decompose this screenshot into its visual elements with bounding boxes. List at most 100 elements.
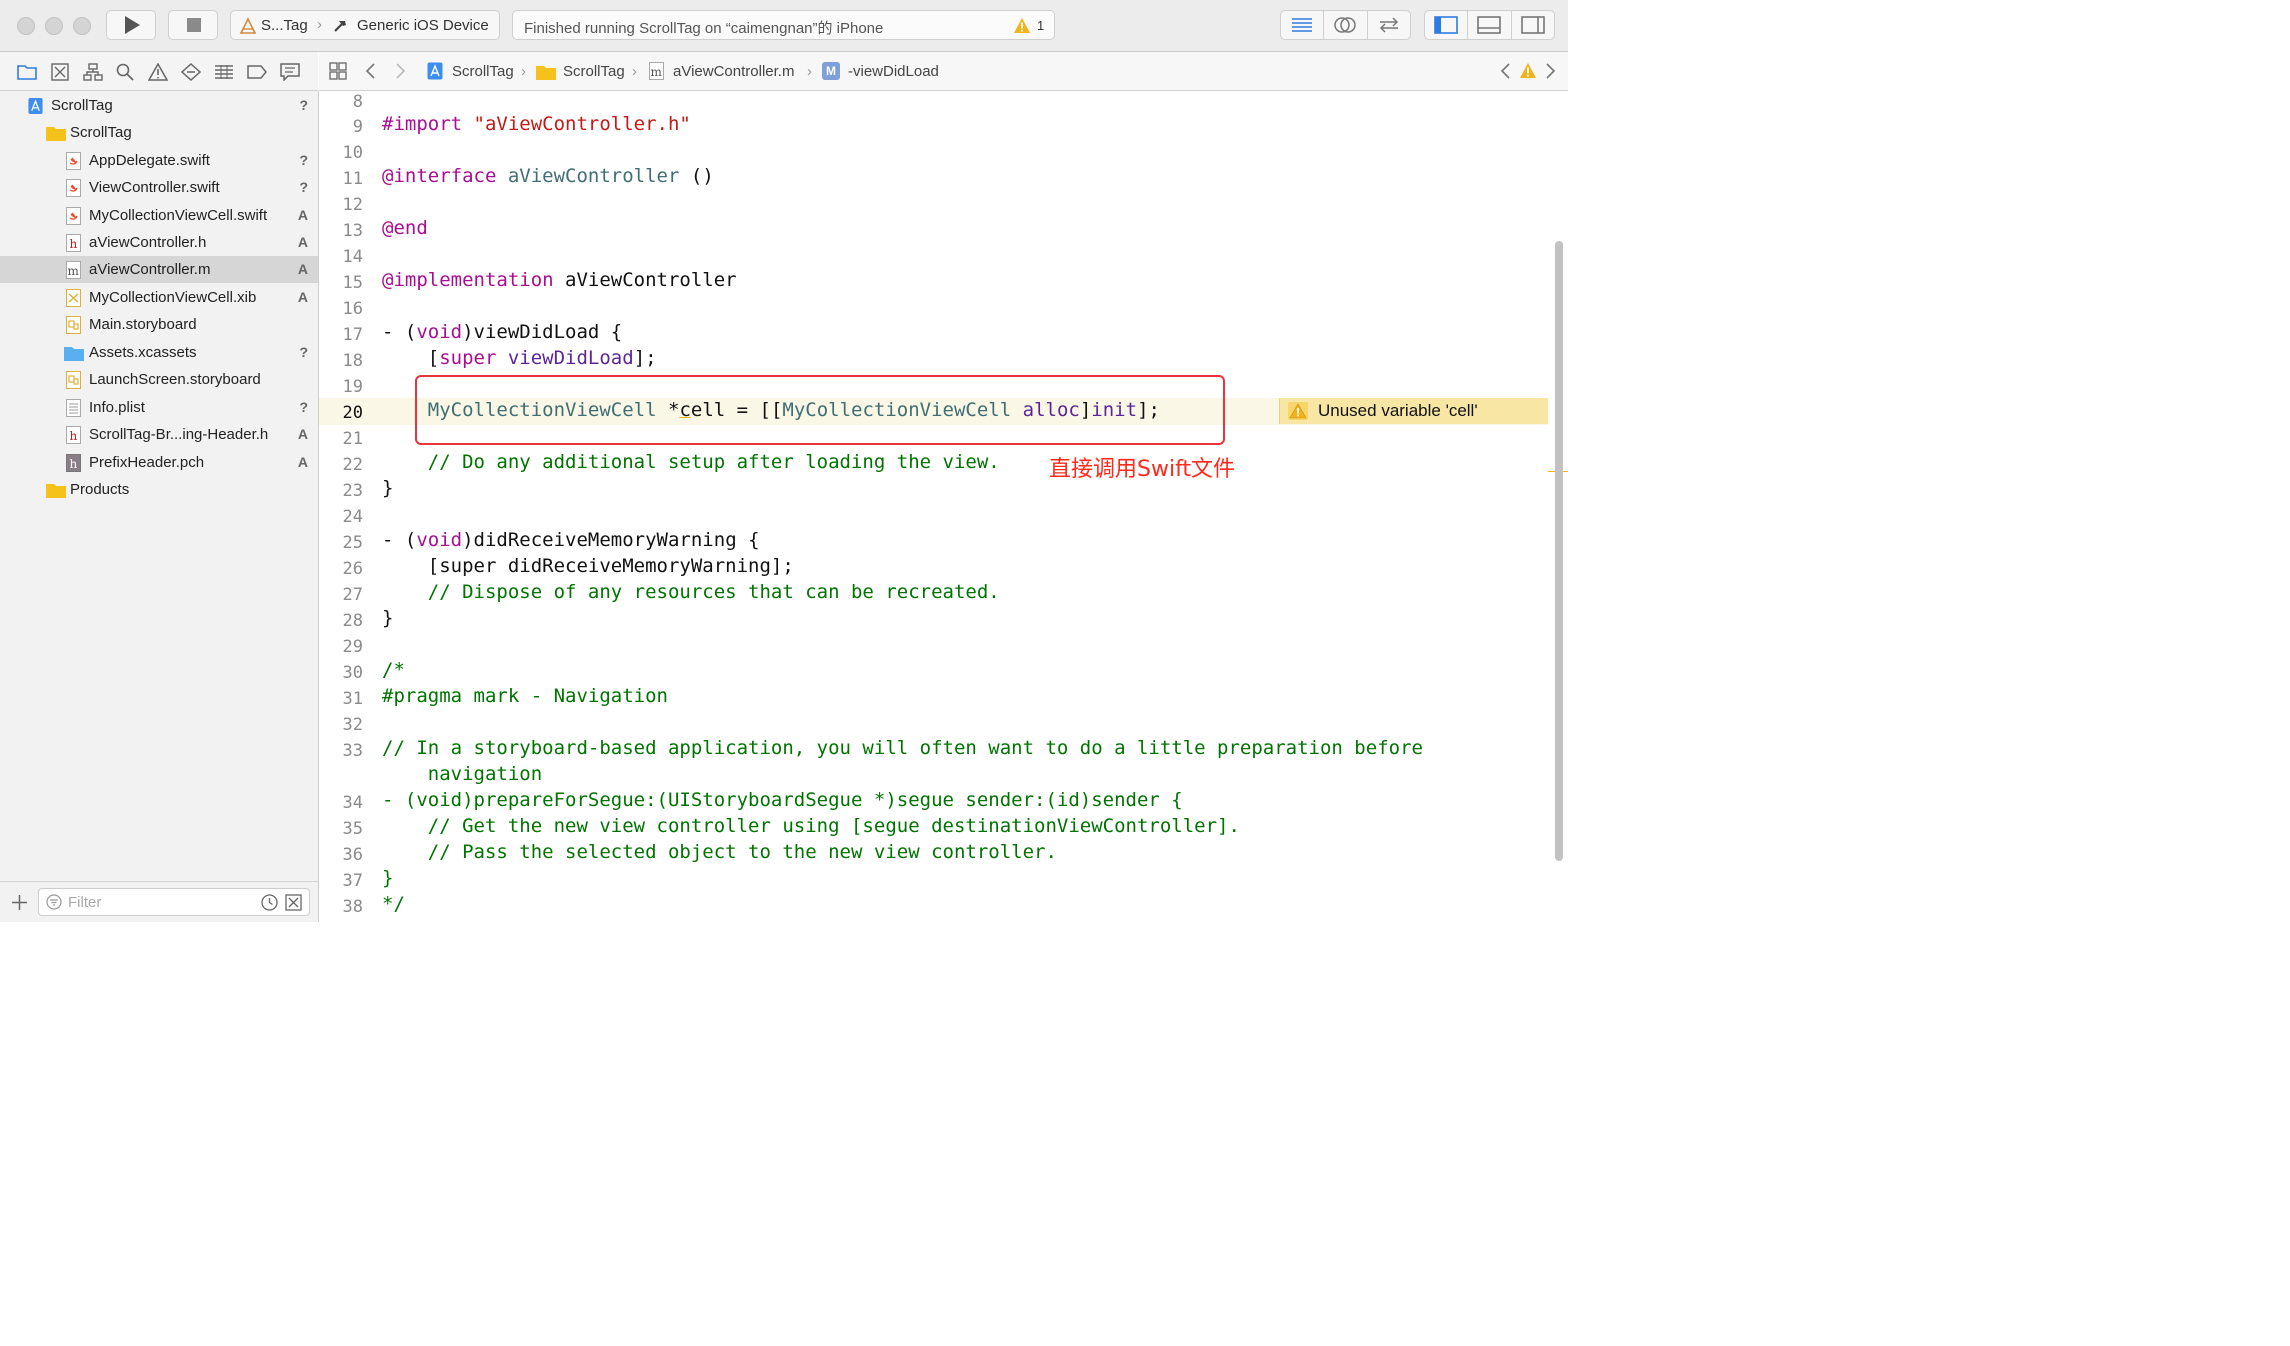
header-file-icon: h <box>66 234 81 252</box>
navigator-row-group[interactable]: ScrollTag <box>0 119 318 146</box>
toggle-navigator-button[interactable] <box>1425 11 1469 39</box>
vcs-status: ? <box>299 344 308 360</box>
navigator-row-file[interactable]: MyCollectionViewCell.swift A <box>0 202 318 229</box>
warning-icon[interactable] <box>1519 62 1537 79</box>
svg-text:h: h <box>70 429 78 443</box>
panel-toggle-control[interactable] <box>1424 10 1555 40</box>
line-number: 22 <box>342 455 363 475</box>
search-icon <box>116 63 134 81</box>
navigator-row-file[interactable]: ViewController.swift ? <box>0 174 318 201</box>
close-window-button[interactable] <box>17 17 35 35</box>
breadcrumb-group[interactable]: ScrollTag <box>563 63 625 80</box>
previous-issue-icon[interactable] <box>1499 62 1511 80</box>
xcode-project-icon <box>427 62 443 80</box>
breadcrumb-project[interactable]: ScrollTag <box>452 63 514 80</box>
chevron-right-icon: › <box>807 63 812 80</box>
navigator-row-file[interactable]: Info.plist ? <box>0 394 318 421</box>
navigator-row-file[interactable]: MyCollectionViewCell.xib A <box>0 284 318 311</box>
find-navigator-tab[interactable] <box>115 62 135 82</box>
code-line: #import "aViewController.h" <box>382 113 691 135</box>
navigator-panel-icon <box>1434 16 1458 34</box>
forward-chevron-icon[interactable] <box>395 62 407 80</box>
scheme-selector[interactable]: S...Tag › Generic iOS Device <box>230 10 500 40</box>
breakpoint-navigator-tab[interactable] <box>247 62 267 82</box>
vcs-status: ? <box>299 399 308 415</box>
navigator-row-file-selected[interactable]: m aViewController.m A <box>0 256 318 283</box>
minimize-window-button[interactable] <box>45 17 63 35</box>
navigator-row-file[interactable]: h aViewController.h A <box>0 229 318 256</box>
navigator-row-project[interactable]: ScrollTag ? <box>0 92 318 119</box>
related-items-icon[interactable] <box>329 62 347 80</box>
navigator-row-file[interactable]: AppDelegate.swift ? <box>0 147 318 174</box>
source-control-navigator-tab[interactable] <box>50 62 70 82</box>
navigator-row-label: ViewController.swift <box>89 179 220 196</box>
line-number: 17 <box>342 325 363 345</box>
back-chevron-icon[interactable] <box>364 62 376 80</box>
navigator-row-file[interactable]: Assets.xcassets ? <box>0 339 318 366</box>
device-label: Generic iOS Device <box>357 17 489 34</box>
stop-button[interactable] <box>168 10 218 40</box>
line-number: 16 <box>342 299 363 319</box>
toggle-utilities-button[interactable] <box>1512 11 1554 39</box>
vertical-scrollbar[interactable] <box>1555 241 1563 861</box>
navigator-filter-bar: Filter <box>0 881 318 922</box>
navigator-row-label: MyCollectionViewCell.swift <box>89 207 268 224</box>
version-editor-button[interactable] <box>1368 11 1410 39</box>
toggle-debug-area-button[interactable] <box>1468 11 1512 39</box>
status-text: Finished running ScrollTag on “caimengna… <box>524 20 884 37</box>
add-icon[interactable] <box>11 894 28 911</box>
line-number: 9 <box>352 117 363 137</box>
navigator-row-label: Main.storyboard <box>89 316 197 333</box>
breakpoint-icon <box>247 65 267 79</box>
vcs-status: ? <box>299 179 308 195</box>
run-button[interactable] <box>106 10 156 40</box>
navigator-row-file[interactable]: LaunchScreen.storyboard <box>0 366 318 393</box>
standard-editor-button[interactable] <box>1281 11 1325 39</box>
implementation-file-icon: m <box>66 261 81 279</box>
svg-text:m: m <box>68 264 80 278</box>
warning-icon[interactable] <box>1013 17 1031 34</box>
editor-mode-control[interactable] <box>1280 10 1411 40</box>
navigator-row-group[interactable]: Products <box>0 476 318 503</box>
vcs-status: A <box>297 454 308 470</box>
project-navigator-tab[interactable] <box>17 62 37 82</box>
navigator-row-file[interactable]: h ScrollTag-Br...ing-Header.h A <box>0 421 318 448</box>
xib-file-icon <box>66 289 81 307</box>
hierarchy-icon <box>83 63 103 81</box>
annotation-label: 直接调用Swift文件 <box>1049 457 1236 482</box>
code-line: // In a storyboard-based application, yo… <box>382 737 1423 759</box>
filter-icon <box>46 894 62 910</box>
filter-placeholder: Filter <box>68 894 102 911</box>
test-navigator-tab[interactable] <box>181 62 201 82</box>
inline-issue-banner[interactable]: Unused variable 'cell' <box>1279 398 1548 424</box>
source-editor[interactable]: Unused variable 'cell' 8 9 10 11 12 13 1… <box>319 91 1568 922</box>
vcs-status: ? <box>299 97 308 113</box>
code-line: // Dispose of any resources that can be … <box>382 581 1000 603</box>
zoom-window-button[interactable] <box>73 17 91 35</box>
vcs-status: A <box>297 426 308 442</box>
method-icon: M <box>822 62 840 80</box>
stop-icon <box>187 18 201 32</box>
gauge-bars-icon <box>215 65 233 79</box>
navigator-row-label: LaunchScreen.storyboard <box>89 371 261 388</box>
app-target-icon <box>239 17 257 34</box>
recent-files-icon[interactable] <box>261 894 278 911</box>
navigator-row-file[interactable]: h PrefixHeader.pch A <box>0 449 318 476</box>
line-number-current: 20 <box>342 403 363 423</box>
symbol-navigator-tab[interactable] <box>83 62 103 82</box>
code-line: - (void)viewDidLoad { <box>382 321 623 343</box>
assistant-editor-button[interactable] <box>1324 11 1368 39</box>
next-issue-icon[interactable] <box>1545 62 1557 80</box>
issue-navigator-tab[interactable] <box>148 62 168 82</box>
code-line: @end <box>382 217 428 239</box>
filter-field[interactable]: Filter <box>38 888 310 916</box>
source-control-filter-icon[interactable] <box>285 894 302 911</box>
breadcrumb-file[interactable]: aViewController.m <box>673 63 794 80</box>
navigator-row-file[interactable]: Main.storyboard <box>0 311 318 338</box>
navigator-row-label: aViewController.h <box>89 234 207 251</box>
debug-navigator-tab[interactable] <box>214 62 234 82</box>
breadcrumb-method[interactable]: -viewDidLoad <box>848 63 939 80</box>
report-navigator-tab[interactable] <box>280 62 300 82</box>
navigator-selector-bar <box>0 52 318 91</box>
implementation-file-icon: m <box>649 62 664 80</box>
